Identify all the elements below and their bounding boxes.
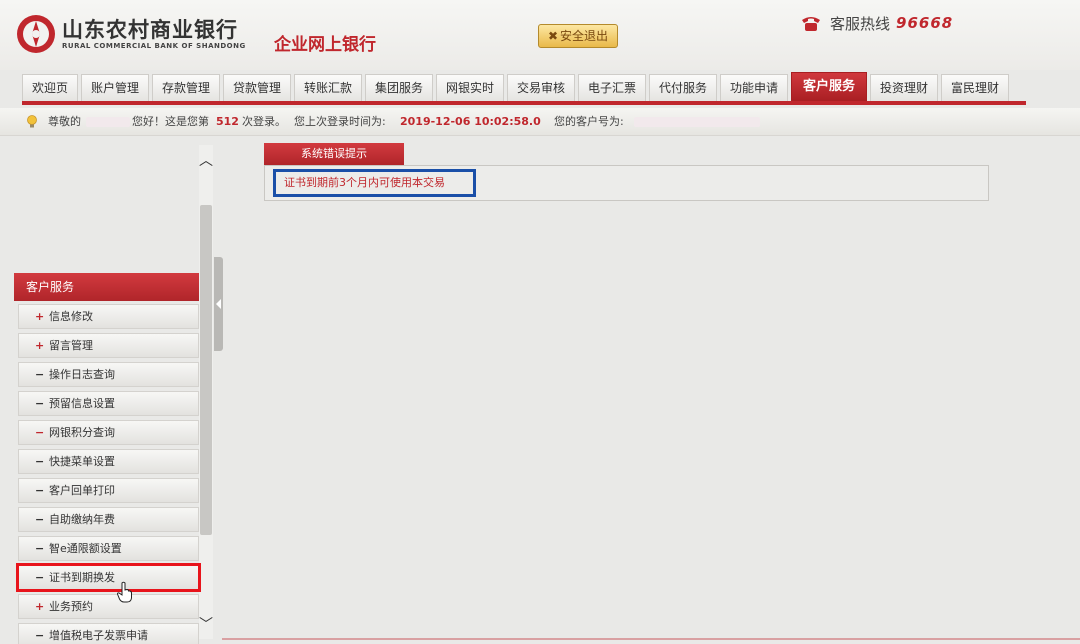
bank-logo-icon bbox=[17, 15, 55, 53]
sidebar-item-message-management[interactable]: + 留言管理 bbox=[18, 333, 199, 358]
sidebar-item-limit-setting[interactable]: − 智e通限额设置 bbox=[18, 536, 199, 561]
footer-divider bbox=[222, 638, 1080, 640]
sidebar-item-e-invoice[interactable]: − 增值税电子发票申请 bbox=[18, 623, 199, 644]
sidebar-section-title: 客户服务 bbox=[14, 273, 199, 301]
bullet-icon: − bbox=[35, 397, 45, 410]
login-count-suffix: 次登录。 bbox=[242, 115, 286, 128]
tab-account-management[interactable]: 账户管理 bbox=[81, 74, 149, 102]
hotline: 客服热线 96668 bbox=[800, 12, 953, 34]
tab-group-service[interactable]: 集团服务 bbox=[365, 74, 433, 102]
sidebar-menu: + 信息修改 + 留言管理 − 操作日志查询 − 预留信息设置 − 网银积分查询 − 快捷菜… bbox=[16, 304, 201, 644]
sidebar-item-label: 增值税电子发票申请 bbox=[49, 629, 148, 642]
bullet-icon: − bbox=[35, 426, 45, 439]
sidebar-item-label: 信息修改 bbox=[49, 310, 93, 323]
sidebar-item-certificate-renewal[interactable]: − 证书到期换发 bbox=[16, 563, 201, 592]
bullet-icon: − bbox=[35, 629, 45, 642]
tab-transfer[interactable]: 转账汇款 bbox=[294, 74, 362, 102]
sidebar-item-label: 留言管理 bbox=[49, 339, 93, 352]
phone-icon bbox=[802, 17, 820, 31]
sidebar-item-shortcut-menu[interactable]: − 快捷菜单设置 bbox=[18, 449, 199, 474]
greeting-prefix: 尊敬的 bbox=[48, 115, 81, 128]
tab-welcome[interactable]: 欢迎页 bbox=[22, 74, 78, 102]
hotline-number: 96668 bbox=[896, 14, 954, 32]
tab-transaction-review[interactable]: 交易审核 bbox=[507, 74, 575, 102]
sidebar-item-operation-log[interactable]: − 操作日志查询 bbox=[18, 362, 199, 387]
tab-function-apply[interactable]: 功能申请 bbox=[720, 74, 788, 102]
sidebar-item-label: 预留信息设置 bbox=[49, 397, 115, 410]
tab-customer-service[interactable]: 客户服务 bbox=[791, 72, 867, 102]
sidebar-item-label: 网银积分查询 bbox=[49, 426, 115, 439]
bullet-icon: − bbox=[35, 455, 45, 468]
sidebar-item-label: 操作日志查询 bbox=[49, 368, 115, 381]
last-login-label: 您上次登录时间为: bbox=[294, 115, 386, 128]
logout-label: 安全退出 bbox=[560, 29, 609, 43]
tab-fumin-finance[interactable]: 富民理财 bbox=[941, 74, 1009, 102]
sidebar-item-label: 客户回单打印 bbox=[49, 484, 115, 497]
bullet-icon: − bbox=[35, 513, 45, 526]
main-nav: 欢迎页 账户管理 存款管理 贷款管理 转账汇款 集团服务 网银实时 交易审核 电… bbox=[22, 72, 1022, 102]
sidebar-item-label: 证书到期换发 bbox=[49, 571, 115, 584]
sidebar-item-points-query[interactable]: − 网银积分查询 bbox=[18, 420, 199, 445]
expand-icon: + bbox=[35, 339, 45, 352]
sidebar-scrollbar[interactable]: ︿ ﹀ bbox=[199, 145, 213, 639]
expand-icon: + bbox=[35, 310, 45, 323]
sidebar-item-label: 自助缴纳年费 bbox=[49, 513, 115, 526]
scroll-up-icon[interactable]: ︿ bbox=[199, 151, 213, 171]
error-panel: 证书到期前3个月内可使用本交易 bbox=[264, 165, 989, 201]
main-content: 系统错误提示 证书到期前3个月内可使用本交易 bbox=[232, 137, 1080, 644]
masked-customer-no bbox=[634, 117, 760, 127]
tab-payment-agent[interactable]: 代付服务 bbox=[649, 74, 717, 102]
sidebar-item-reserved-info[interactable]: − 预留信息设置 bbox=[18, 391, 199, 416]
error-panel-title: 系统错误提示 bbox=[264, 143, 404, 165]
masked-name bbox=[86, 117, 130, 127]
tab-investment[interactable]: 投资理财 bbox=[870, 74, 938, 102]
close-icon: ✖ bbox=[547, 29, 559, 43]
scroll-down-icon[interactable]: ﹀ bbox=[199, 615, 213, 635]
tab-loan-management[interactable]: 贷款管理 bbox=[223, 74, 291, 102]
sidebar-item-label: 智e通限额设置 bbox=[49, 542, 122, 555]
expand-icon: + bbox=[35, 600, 45, 613]
customer-no-label: 您的客户号为: bbox=[554, 115, 624, 128]
bullet-icon: − bbox=[35, 542, 45, 555]
lightbulb-icon bbox=[27, 115, 37, 128]
bullet-icon: − bbox=[35, 484, 45, 497]
sidebar: ︿ ﹀ 客户服务 + 信息修改 + 留言管理 − 操作日志查询 − 预留信息设置 − 网银… bbox=[0, 137, 223, 644]
product-title: 企业网上银行 bbox=[274, 35, 376, 55]
tab-deposit-management[interactable]: 存款管理 bbox=[152, 74, 220, 102]
bank-name-english: RURAL COMMERCIAL BANK OF SHANDONG bbox=[62, 42, 246, 50]
header: 山东农村商业银行 RURAL COMMERCIAL BANK OF SHANDO… bbox=[0, 0, 1080, 70]
bank-name: 山东农村商业银行 bbox=[62, 18, 238, 42]
sidebar-collapse-handle[interactable] bbox=[214, 257, 223, 351]
sidebar-item-annual-fee[interactable]: − 自助缴纳年费 bbox=[18, 507, 199, 532]
hotline-label: 客服热线 bbox=[830, 14, 891, 33]
bullet-icon: − bbox=[35, 368, 45, 381]
last-login-time: 2019-12-06 10:02:58.0 bbox=[400, 115, 541, 128]
sidebar-item-receipt-print[interactable]: − 客户回单打印 bbox=[18, 478, 199, 503]
sidebar-item-label: 业务预约 bbox=[49, 600, 93, 613]
sidebar-item-info-modify[interactable]: + 信息修改 bbox=[18, 304, 199, 329]
greeting-suffix: 您好！这是您第 bbox=[132, 115, 209, 128]
scrollbar-thumb[interactable] bbox=[200, 205, 212, 535]
logout-button[interactable]: ✖ 安全退出 bbox=[538, 24, 618, 48]
nav-underline bbox=[22, 101, 1026, 105]
welcome-bar: 尊敬的 您好！这是您第 512 次登录。 您上次登录时间为: 2019-12-0… bbox=[0, 108, 1080, 136]
tab-realtime[interactable]: 网银实时 bbox=[436, 74, 504, 102]
sidebar-item-appointment[interactable]: + 业务预约 bbox=[18, 594, 199, 619]
bullet-icon: − bbox=[35, 571, 45, 584]
hand-cursor-icon bbox=[116, 581, 132, 603]
tab-e-bill[interactable]: 电子汇票 bbox=[578, 74, 646, 102]
error-message: 证书到期前3个月内可使用本交易 bbox=[273, 169, 476, 197]
sidebar-item-label: 快捷菜单设置 bbox=[49, 455, 115, 468]
login-count: 512 bbox=[216, 115, 239, 128]
